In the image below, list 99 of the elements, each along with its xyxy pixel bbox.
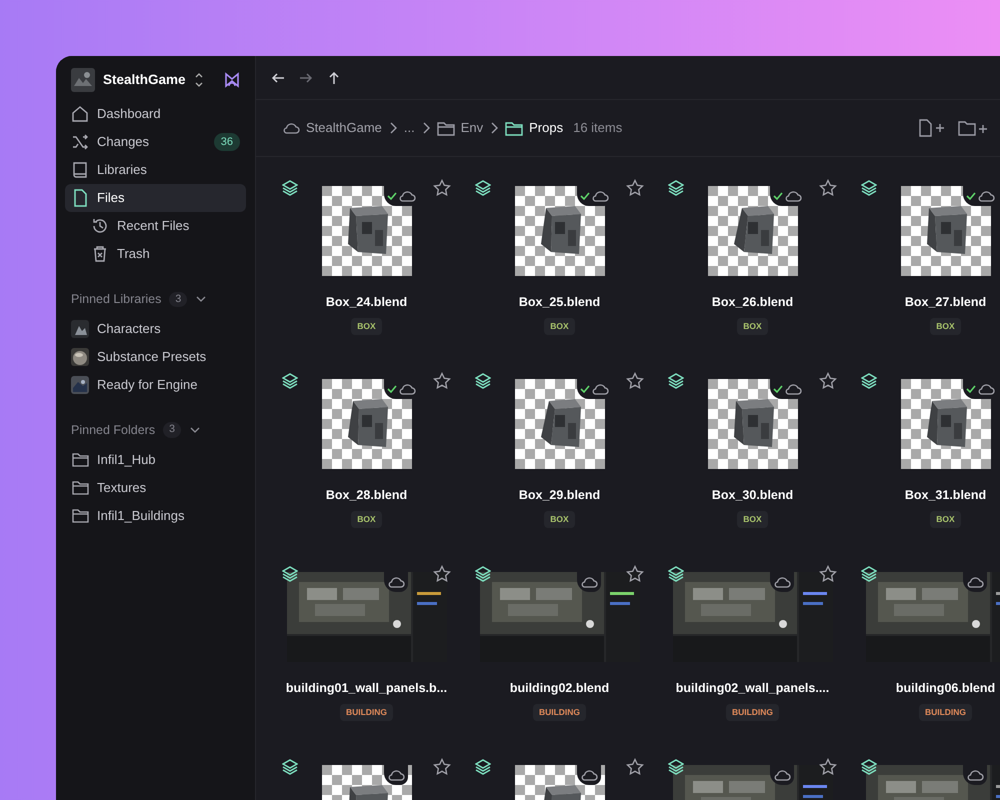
star-icon[interactable]	[433, 372, 451, 390]
layers-icon	[475, 759, 491, 775]
layers-icon	[282, 759, 298, 775]
home-icon	[71, 105, 89, 123]
chevron-right-icon	[489, 121, 500, 135]
count-badge: 3	[169, 292, 188, 308]
layers-icon	[475, 566, 491, 582]
library-item[interactable]: Characters	[65, 314, 246, 343]
nav-item[interactable]: Dashboard	[65, 100, 246, 128]
library-item[interactable]: Ready for Engine	[65, 370, 246, 399]
file-tag: BOX	[930, 510, 961, 528]
file-name[interactable]: building02_wall_panels....	[676, 679, 830, 698]
file-tag: BUILDING	[532, 704, 586, 720]
check-icon	[387, 191, 397, 201]
star-icon[interactable]	[626, 179, 644, 197]
check-icon	[387, 384, 397, 394]
item-count: 16 items	[573, 119, 622, 138]
file-name[interactable]: building02.blend	[510, 679, 610, 698]
count-badge: 3	[163, 422, 181, 438]
folder-icon	[436, 120, 455, 136]
file-tag: BOX	[351, 510, 382, 528]
file-tag: BOX	[544, 318, 575, 334]
chevron-updown-icon[interactable]	[194, 72, 204, 88]
shuffle-icon	[71, 133, 89, 151]
breadcrumb-link[interactable]: StealthGame	[282, 118, 382, 138]
folder-item[interactable]: Textures	[65, 474, 246, 502]
breadcrumb-link[interactable]: Props	[505, 118, 564, 138]
nav-item[interactable]: Trash	[65, 240, 246, 268]
file-tag: BOX	[737, 510, 768, 528]
file-name[interactable]: Box_29.blend	[518, 486, 600, 505]
nav-item[interactable]: Libraries	[65, 156, 246, 184]
star-icon[interactable]	[433, 565, 451, 583]
chevron-right-icon	[388, 121, 398, 135]
file-name[interactable]: Box_28.blend	[326, 486, 408, 505]
history-icon	[91, 217, 109, 235]
layers-icon	[668, 180, 684, 196]
layers-icon	[861, 180, 877, 196]
folder-icon	[71, 450, 89, 468]
file-tag: BUILDING	[918, 704, 972, 720]
file-name[interactable]: Box_27.blend	[904, 293, 986, 312]
star-icon[interactable]	[626, 565, 644, 583]
folder-icon	[505, 120, 524, 136]
check-icon	[580, 384, 590, 394]
file-name[interactable]: building06.blend	[896, 679, 996, 698]
star-icon[interactable]	[819, 758, 837, 776]
file-name[interactable]: Box_26.blend	[712, 293, 794, 312]
check-icon	[580, 191, 590, 201]
folder-item[interactable]: Infil1_Hub	[65, 446, 246, 474]
layers-icon	[668, 759, 684, 775]
star-icon[interactable]	[819, 372, 837, 390]
folder-item[interactable]: Infil1_Buildings	[65, 502, 246, 530]
star-icon[interactable]	[626, 758, 644, 776]
file-tag: BOX	[351, 318, 382, 334]
layers-icon	[282, 566, 298, 582]
breadcrumb-link[interactable]: Env	[436, 118, 484, 138]
check-icon	[773, 384, 783, 394]
layers-icon	[475, 373, 491, 389]
section-heading: Pinned Libraries	[71, 291, 162, 308]
section-heading: Pinned Folders	[71, 422, 156, 439]
file-tag: BOX	[737, 318, 768, 334]
file-tag: BOX	[544, 510, 575, 528]
star-icon[interactable]	[433, 179, 451, 197]
check-icon	[773, 191, 783, 201]
chevron-right-icon	[420, 121, 431, 135]
file-name[interactable]: Box_24.blend	[326, 293, 408, 312]
nav-item[interactable]: Files	[65, 184, 246, 212]
layers-icon	[282, 180, 298, 196]
trash-icon	[91, 245, 109, 263]
library-item[interactable]: Substance Presets	[65, 342, 246, 371]
file-tag: BUILDING	[340, 704, 394, 720]
workspace-name[interactable]: StealthGame	[103, 70, 186, 90]
star-icon[interactable]	[819, 179, 837, 197]
layers-icon	[861, 566, 877, 582]
check-icon	[966, 384, 976, 394]
star-icon[interactable]	[819, 565, 837, 583]
star-icon[interactable]	[433, 758, 451, 776]
new-folder-icon[interactable]	[958, 119, 990, 137]
star-icon[interactable]	[626, 372, 644, 390]
breadcrumb-link[interactable]: ...	[404, 118, 415, 138]
layers-icon	[282, 373, 298, 389]
layers-icon	[668, 373, 684, 389]
file-name[interactable]: building01_wall_panels.b...	[286, 679, 448, 698]
folder-icon	[71, 478, 89, 496]
folder-icon	[71, 506, 89, 524]
file-tag: BUILDING	[726, 704, 780, 720]
file-name[interactable]: Box_30.blend	[712, 486, 794, 505]
count-badge: 36	[214, 132, 240, 152]
file-name[interactable]: Box_25.blend	[518, 293, 600, 312]
nav-item[interactable]: Changes 36	[65, 128, 246, 156]
file-tag: BOX	[930, 318, 961, 334]
logo-icon	[224, 72, 240, 88]
layers-icon	[861, 759, 877, 775]
check-icon	[966, 191, 976, 201]
layers-icon	[475, 180, 491, 196]
file-name[interactable]: Box_31.blend	[904, 486, 986, 505]
layers-icon	[861, 373, 877, 389]
nav-item[interactable]: Recent Files	[65, 212, 246, 240]
book-icon	[71, 161, 89, 179]
layers-icon	[668, 566, 684, 582]
